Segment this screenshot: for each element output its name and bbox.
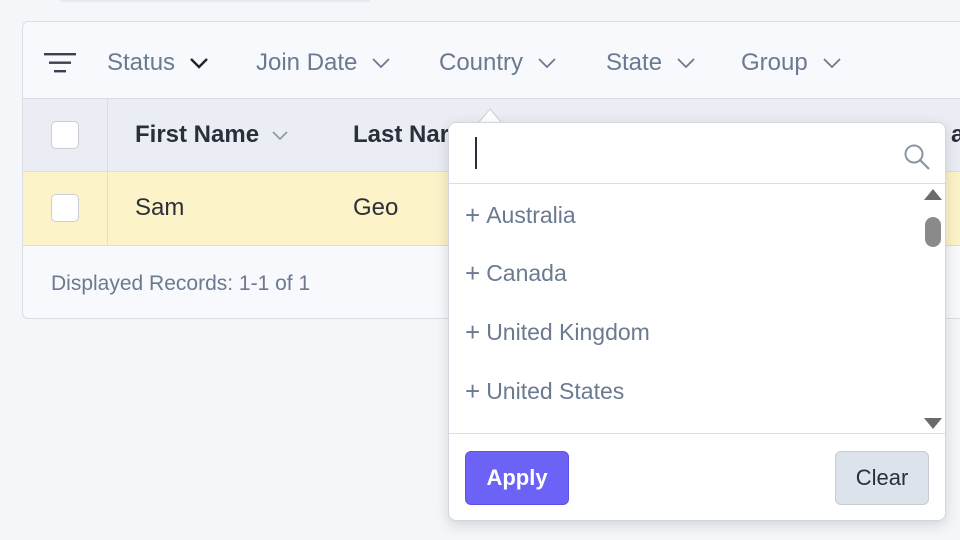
filter-status-label: Status	[107, 49, 176, 76]
option-label: United Kingdom	[486, 318, 650, 345]
column-header-first-name[interactable]: First Name	[135, 121, 289, 149]
filter-join-date[interactable]: Join Date	[256, 46, 391, 80]
filter-join-date-label: Join Date	[256, 49, 358, 76]
chevron-down-icon	[271, 130, 289, 141]
scroll-up-arrow-icon[interactable]	[924, 189, 942, 200]
chevron-down-icon	[189, 57, 209, 69]
search-area	[449, 123, 945, 184]
option-label: Canada	[486, 259, 567, 286]
scroll-down-arrow-icon[interactable]	[924, 418, 942, 429]
filter-state-label: State	[606, 49, 663, 76]
popover-actions: Apply Clear	[449, 433, 945, 520]
plus-icon: +	[465, 375, 481, 406]
text-cursor	[475, 137, 477, 169]
plus-icon: +	[465, 257, 481, 288]
country-filter-popover: + Australia + Canada + United Kingdom + …	[448, 122, 946, 521]
apply-button[interactable]: Apply	[465, 451, 569, 505]
cell-last-name: Geo	[353, 194, 399, 221]
scrollbar-thumb[interactable]	[925, 217, 941, 247]
top-divider	[60, 0, 370, 2]
option-united-kingdom[interactable]: + United Kingdom	[465, 312, 650, 352]
column-header-partial[interactable]: ar	[951, 121, 960, 149]
filter-group-label: Group	[741, 49, 808, 76]
chevron-down-icon	[676, 57, 696, 69]
chevron-down-icon	[371, 57, 391, 69]
plus-icon: +	[465, 199, 481, 230]
records-count: Displayed Records: 1-1 of 1	[51, 272, 311, 295]
search-input[interactable]	[473, 135, 877, 173]
filter-lines-icon[interactable]	[44, 51, 76, 75]
filter-state[interactable]: State	[606, 46, 696, 80]
country-options-list: + Australia + Canada + United Kingdom + …	[449, 183, 921, 433]
cell-first-name: Sam	[135, 194, 185, 221]
search-icon[interactable]	[903, 143, 931, 171]
option-canada[interactable]: + Canada	[465, 253, 567, 293]
column-header-label: First Name	[135, 121, 260, 148]
chevron-down-icon	[537, 57, 557, 69]
row-checkbox[interactable]	[51, 194, 79, 222]
options-scrollbar[interactable]	[923, 185, 945, 433]
column-divider	[107, 172, 108, 245]
plus-icon: +	[465, 316, 481, 347]
option-united-states[interactable]: + United States	[465, 371, 624, 411]
option-label: Australia	[486, 201, 576, 228]
filter-country[interactable]: Country	[439, 46, 557, 80]
chevron-down-icon	[822, 57, 842, 69]
filter-status[interactable]: Status	[107, 46, 209, 80]
column-header-label: ar	[951, 121, 960, 149]
filter-group[interactable]: Group	[741, 46, 842, 80]
option-label: United States	[486, 377, 625, 404]
column-header-last-name[interactable]: Last Nar	[353, 121, 449, 149]
option-australia[interactable]: + Australia	[465, 195, 576, 235]
filter-country-label: Country	[439, 49, 524, 76]
column-header-label: Last Nar	[353, 121, 450, 148]
select-all-checkbox[interactable]	[51, 121, 79, 149]
clear-button[interactable]: Clear	[835, 451, 929, 505]
filter-bar: Status Join Date Country State Group	[23, 22, 960, 98]
column-divider	[107, 99, 108, 171]
